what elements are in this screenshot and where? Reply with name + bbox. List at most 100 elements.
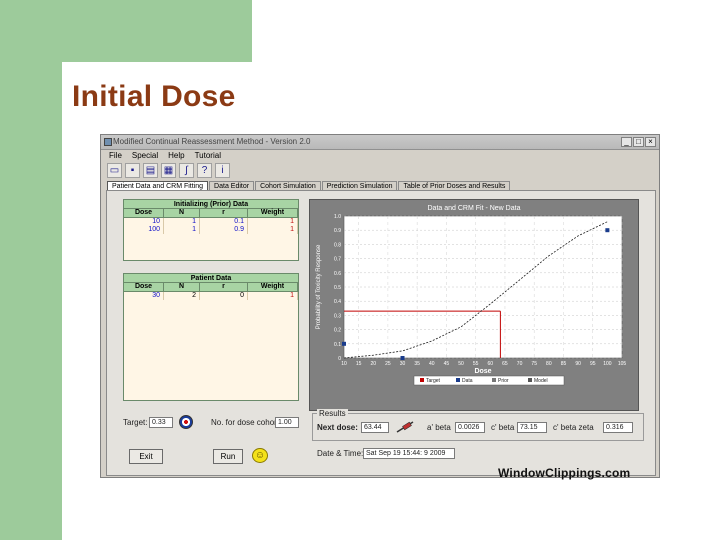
x-axis-label: Dose [474, 368, 491, 375]
x-tick-label: 75 [531, 361, 537, 367]
menu-file[interactable]: File [109, 151, 122, 161]
legend-swatch [420, 378, 424, 382]
legend-swatch [492, 378, 496, 382]
patient-grid-header: Dose N r Weight [124, 283, 298, 292]
x-tick-label: 25 [385, 361, 391, 367]
syringe-icon [396, 421, 414, 433]
exit-button[interactable]: Exit [129, 449, 163, 464]
menu-tutorial[interactable]: Tutorial [195, 151, 221, 161]
y-tick-label: 0.1 [334, 342, 341, 348]
legend-item: Target [426, 378, 441, 384]
x-tick-label: 15 [356, 361, 362, 367]
prior-grid-title: Initializing (Prior) Data [124, 200, 298, 209]
x-tick-label: 30 [400, 361, 406, 367]
next-dose-field: 63.44 [361, 422, 389, 433]
x-tick-label: 70 [517, 361, 523, 367]
crm-chart-panel: Data and CRM Fit - New Data 0 0.1 0.2 0.3 0.4… [309, 199, 639, 411]
y-axis-label: Probability of Toxicity Response [316, 244, 322, 329]
data-point [400, 356, 405, 360]
cohort-input[interactable]: 1.00 [275, 417, 299, 428]
x-tick-label: 35 [414, 361, 420, 367]
cell-r[interactable]: 0.1 [200, 218, 248, 226]
info-icon[interactable]: i [215, 163, 230, 178]
legend-swatch [456, 378, 460, 382]
crm-chart: Data and CRM Fit - New Data00.10.20.30.4… [316, 205, 627, 386]
cell-weight[interactable]: 1 [248, 218, 298, 226]
prior-grid-header: Dose N r Weight [124, 209, 298, 218]
cell-weight[interactable]: 1 [248, 226, 298, 234]
target-label: Target: [123, 418, 148, 427]
curve-icon[interactable]: ∫ [179, 163, 194, 178]
y-tick-label: 0.8 [334, 242, 341, 248]
target-input[interactable]: 0.33 [149, 417, 173, 428]
cell-r[interactable]: 0.9 [200, 226, 248, 234]
y-tick-label: 0.2 [334, 328, 341, 334]
table-row[interactable]: 30 2 0 1 [124, 292, 298, 300]
next-dose-label: Next dose: [317, 423, 358, 432]
close-button[interactable]: × [645, 137, 656, 147]
a-beta-label: a' beta [427, 423, 451, 432]
print-icon[interactable]: ▤ [143, 163, 158, 178]
prior-data-grid[interactable]: Initializing (Prior) Data Dose N r Weigh… [123, 199, 299, 261]
menu-help[interactable]: Help [168, 151, 184, 161]
table-row[interactable]: 100 1 0.9 1 [124, 226, 298, 234]
x-tick-label: 40 [429, 361, 435, 367]
column-header: Weight [248, 209, 298, 217]
x-tick-label: 45 [444, 361, 450, 367]
x-tick-label: 60 [488, 361, 494, 367]
cell-n[interactable]: 2 [164, 292, 200, 300]
cell-r[interactable]: 0 [200, 292, 248, 300]
app-window: Modified Continual Reassessment Method -… [100, 134, 660, 478]
y-tick-label: 0.6 [334, 271, 341, 277]
a-beta-field: 0.0026 [455, 422, 485, 433]
cell-dose[interactable]: 10 [124, 218, 164, 226]
column-header: r [200, 283, 248, 291]
legend-item: Model [534, 378, 548, 384]
menu-special[interactable]: Special [132, 151, 158, 161]
cell-dose[interactable]: 100 [124, 226, 164, 234]
cell-dose[interactable]: 30 [124, 292, 164, 300]
help-icon[interactable]: ? [197, 163, 212, 178]
save-icon[interactable]: ▪ [125, 163, 140, 178]
cell-n[interactable]: 1 [164, 218, 200, 226]
x-tick-label: 90 [575, 361, 581, 367]
y-tick-label: 0.3 [334, 313, 341, 319]
datetime-label: Date & Time: [317, 449, 364, 458]
x-tick-label: 80 [546, 361, 552, 367]
column-header: N [164, 283, 200, 291]
legend-item: Prior [498, 378, 509, 384]
column-header: N [164, 209, 200, 217]
minimize-button[interactable]: _ [621, 137, 632, 147]
column-header: Dose [124, 283, 164, 291]
x-tick-label: 95 [590, 361, 596, 367]
app-icon [104, 138, 112, 146]
toolbar: ▭ ▪ ▤ ▦ ∫ ? i [107, 163, 230, 179]
y-tick-label: 0.5 [334, 285, 341, 291]
menu-bar: File Special Help Tutorial [101, 151, 659, 161]
c-beta-zeta-label: c' beta zeta [553, 423, 594, 432]
c-beta-zeta-field: 0.316 [603, 422, 633, 433]
run-button[interactable]: Run [213, 449, 243, 464]
watermark-text: WindowClippings.com [498, 466, 631, 480]
window-title: Modified Continual Reassessment Method -… [113, 137, 311, 146]
column-header: Weight [248, 283, 298, 291]
column-header: Dose [124, 209, 164, 217]
print-preview-icon[interactable]: ▦ [161, 163, 176, 178]
x-tick-label: 55 [473, 361, 479, 367]
open-icon[interactable]: ▭ [107, 163, 122, 178]
c-beta-field: 73.15 [517, 422, 547, 433]
data-point [342, 341, 346, 346]
slide-title: Initial Dose [72, 80, 236, 113]
maximize-button[interactable]: □ [633, 137, 644, 147]
patient-grid-title: Patient Data [124, 274, 298, 283]
cell-n[interactable]: 1 [164, 226, 200, 234]
target-icon[interactable] [179, 415, 193, 429]
chart-title: Data and CRM Fit - New Data [428, 205, 521, 212]
cell-weight[interactable]: 1 [248, 292, 298, 300]
tab-panel: Initializing (Prior) Data Dose N r Weigh… [106, 190, 656, 476]
results-label: Results [317, 409, 348, 418]
x-tick-label: 105 [618, 361, 627, 367]
table-row[interactable]: 10 1 0.1 1 [124, 218, 298, 226]
patient-data-grid[interactable]: Patient Data Dose N r Weight 30 2 0 1 [123, 273, 299, 401]
y-tick-label: 0.4 [334, 299, 341, 305]
